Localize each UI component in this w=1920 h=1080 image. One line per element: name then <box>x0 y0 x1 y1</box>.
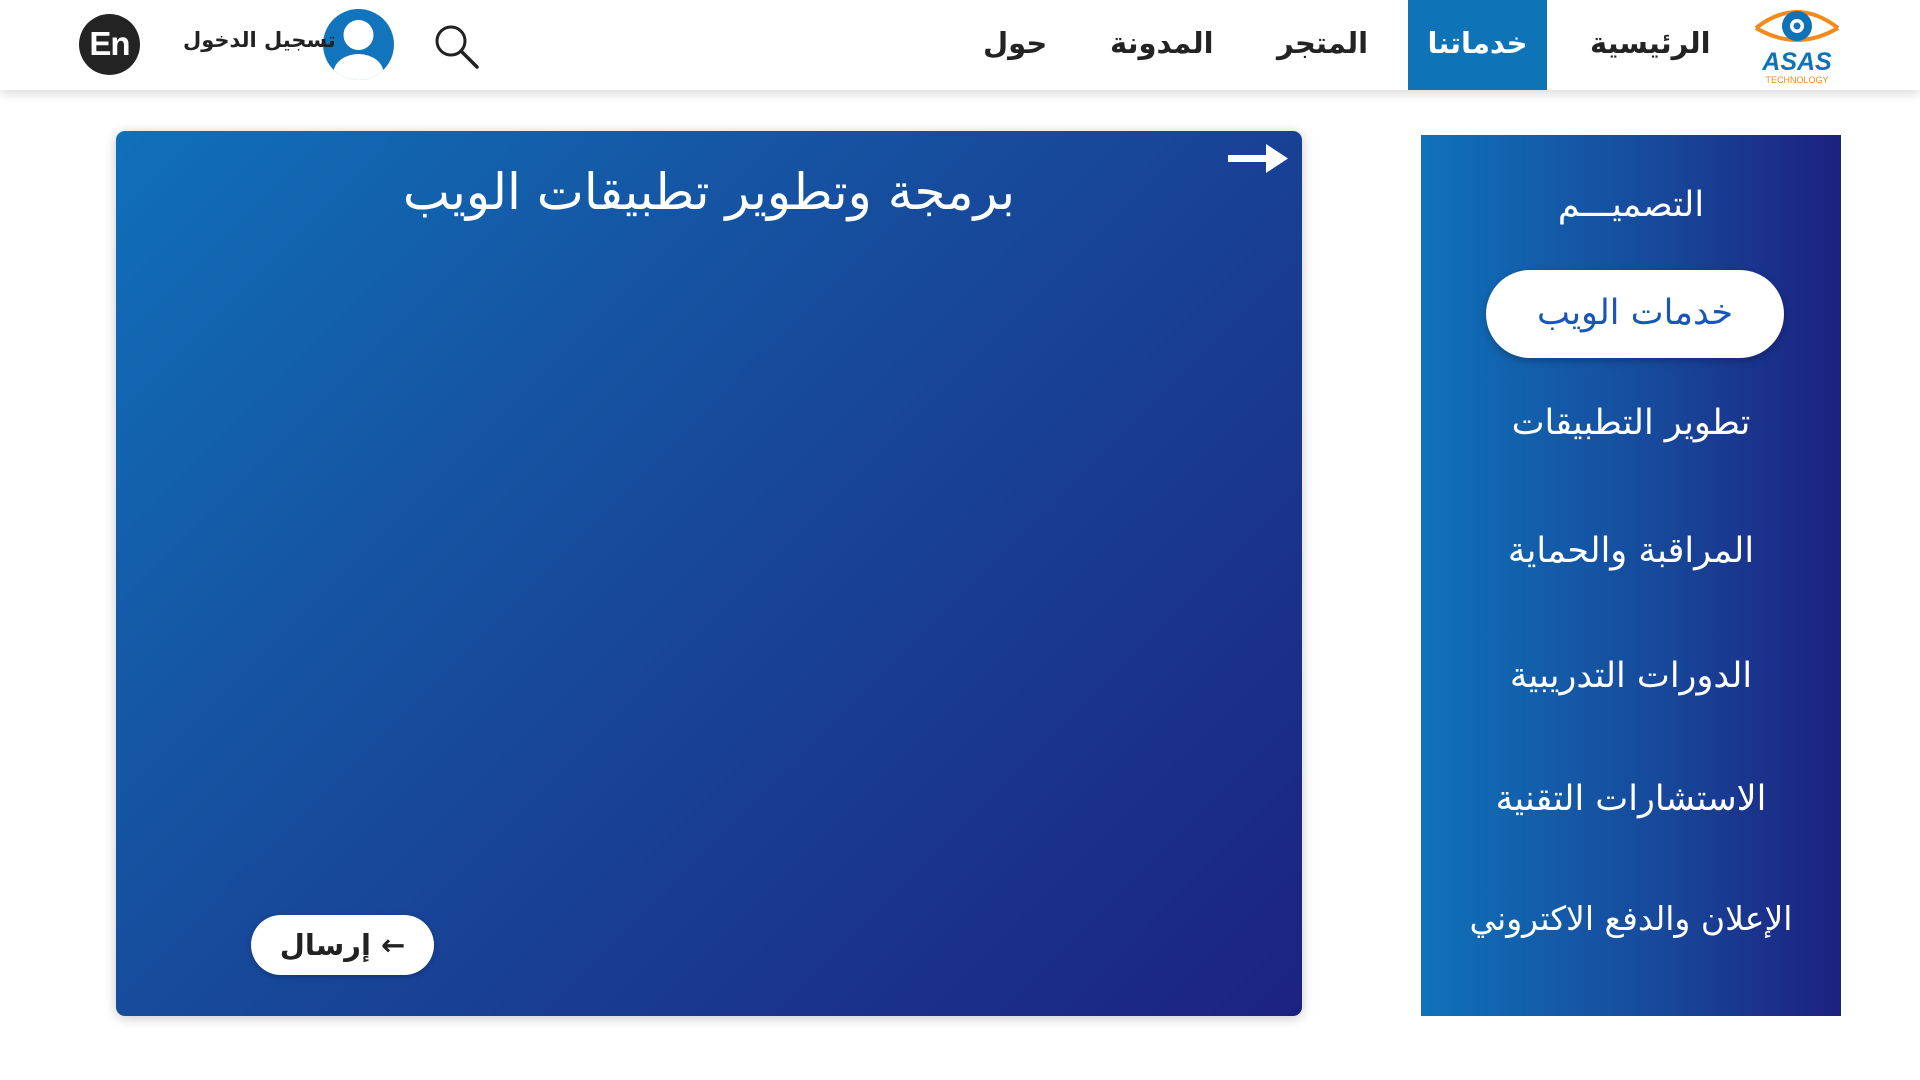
nav-blog[interactable]: المدونة <box>1110 0 1214 90</box>
nav-store[interactable]: المتجر <box>1277 0 1368 90</box>
sidebar-item-web-services[interactable]: خدمات الويب <box>1486 270 1784 358</box>
logo-wordmark: ASAS <box>1761 48 1832 76</box>
nav-about[interactable]: حول <box>983 0 1047 90</box>
search-icon[interactable] <box>432 22 480 70</box>
send-button[interactable]: إرسال ← <box>251 915 434 975</box>
sidebar-item-monitoring-protection[interactable]: المراقبة والحماية <box>1421 531 1841 571</box>
sidebar-item-app-development[interactable]: تطوير التطبيقات <box>1421 403 1841 443</box>
sidebar-item-training-courses[interactable]: الدورات التدريبية <box>1421 656 1841 696</box>
login-link[interactable]: تسجيل الدخول <box>183 28 336 52</box>
sidebar-item-tech-consulting[interactable]: الاستشارات التقنية <box>1421 779 1841 819</box>
nav-services[interactable]: خدماتنا <box>1408 0 1547 90</box>
nav-home[interactable]: الرئيسية <box>1590 0 1711 90</box>
service-title: برمجة وتطوير تطبيقات الويب <box>402 163 1016 221</box>
top-navbar: ASAS TECHNOLOGY الرئيسية خدماتنا المتجر … <box>0 0 1920 90</box>
services-sidebar: التصميـــم خدمات الويب تطوير التطبيقات ا… <box>1421 135 1841 1016</box>
sidebar-item-design[interactable]: التصميـــم <box>1421 185 1841 225</box>
sidebar-item-ads-epayment[interactable]: الإعلان والدفع الاكتروني <box>1421 899 1841 938</box>
asas-logo[interactable]: ASAS TECHNOLOGY <box>1750 2 1844 86</box>
language-toggle-button[interactable]: En <box>79 14 140 75</box>
logo-subtext: TECHNOLOGY <box>1765 75 1828 85</box>
service-detail-card: برمجة وتطوير تطبيقات الويب إرسال ← <box>116 131 1302 1016</box>
eye-logo-icon: ASAS TECHNOLOGY <box>1754 10 1840 85</box>
